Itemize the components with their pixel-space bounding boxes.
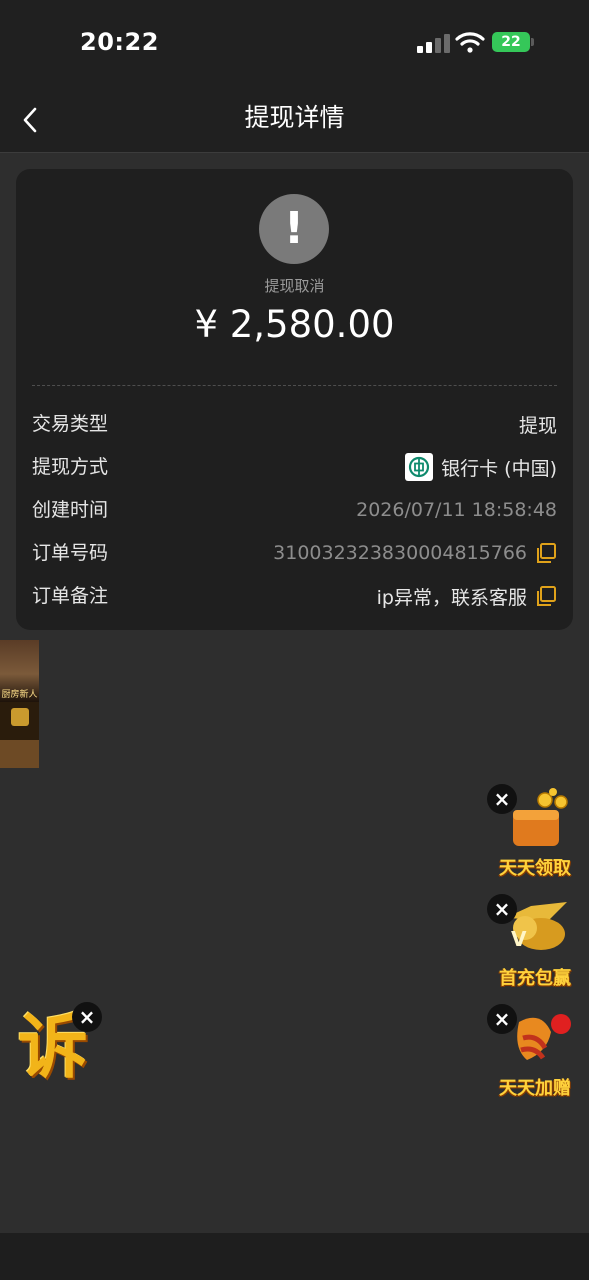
detail-value: 提现 (519, 409, 557, 439)
bottom-bar (0, 1233, 589, 1280)
status-bar: 20:22 22 (0, 0, 589, 88)
exclamation-circle-icon: ! (259, 194, 329, 264)
page-title: 提现详情 (244, 103, 345, 132)
detail-row-order-number: 订单号码 310032323830004815766 (32, 538, 557, 568)
order-note-value: ip异常，联系客服 (376, 586, 527, 609)
copy-icon[interactable] (535, 542, 557, 564)
detail-value: 310032323830004815766 (273, 538, 557, 568)
withdrawal-amount: ¥ 2,580.00 (194, 303, 395, 346)
promo-banner-icon: 厨房新人 (0, 640, 39, 702)
battery-icon: 22 (492, 32, 530, 52)
detail-label: 交易类型 (32, 413, 109, 435)
daily-bonus-ad[interactable]: 天天加赠 × (487, 1000, 583, 1100)
cellular-signal-icon (417, 33, 451, 53)
detail-value: ip异常，联系客服 (377, 581, 557, 611)
daily-bonus-caption: 天天加赠 (499, 1078, 571, 1099)
detail-row-transaction-type: 交易类型 提现 (32, 409, 557, 439)
detail-label: 创建时间 (32, 499, 109, 521)
promo-banner-mid (0, 702, 39, 740)
wifi-icon (455, 32, 485, 53)
order-number-value: 310032323830004815766 (273, 542, 527, 564)
daily-claim-caption: 天天领取 (499, 858, 571, 879)
back-button[interactable] (12, 102, 48, 138)
left-banner-text: 厨房新人 (1, 690, 38, 700)
close-icon[interactable]: × (487, 894, 517, 924)
detail-label: 提现方式 (32, 456, 109, 478)
close-icon[interactable]: × (487, 784, 517, 814)
promo-banner-bottom (0, 740, 39, 768)
complaint-button[interactable]: 诉 × (14, 1000, 104, 1100)
detail-row-created-time: 创建时间 2026/07/11 18:58:48 (32, 495, 557, 525)
battery-level: 22 (501, 34, 521, 50)
transaction-type-value: 提现 (518, 414, 557, 437)
first-deposit-ad[interactable]: V 首充包赢 × (487, 890, 583, 990)
battery-tip (531, 38, 534, 46)
created-time-value: 2026/07/11 18:58:48 (356, 499, 557, 521)
svg-text:V: V (511, 927, 527, 951)
copy-icon[interactable] (535, 585, 557, 607)
detail-row-order-note: 订单备注 ip异常，联系客服 (32, 581, 557, 611)
nav-bar: 提现详情 (0, 88, 589, 153)
close-icon[interactable]: × (487, 1004, 517, 1034)
detail-value: 银行卡 (中国) (405, 452, 557, 482)
left-promo-banner[interactable]: 厨房新人 (0, 640, 39, 768)
close-icon[interactable]: × (72, 1002, 102, 1032)
daily-claim-ad[interactable]: 天天领取 × (487, 780, 583, 880)
detail-label: 订单备注 (32, 585, 109, 607)
detail-value: 2026/07/11 18:58:48 (356, 495, 557, 525)
bank-of-china-logo (405, 453, 434, 481)
detail-row-withdraw-method: 提现方式 银行卡 (中国) (32, 452, 557, 482)
dashed-divider (32, 385, 557, 386)
chevron-left-icon (23, 107, 37, 133)
detail-label: 订单号码 (32, 542, 109, 564)
withdrawal-status: 提现取消 (264, 277, 325, 295)
withdraw-method-value: 银行卡 (中国) (441, 457, 557, 480)
first-deposit-caption: 首充包赢 (499, 968, 571, 989)
status-time: 20:22 (80, 28, 159, 56)
withdrawal-detail-card: ! 提现取消 ¥ 2,580.00 交易类型 提现 提现方式 银行卡 (中国) … (16, 169, 573, 630)
